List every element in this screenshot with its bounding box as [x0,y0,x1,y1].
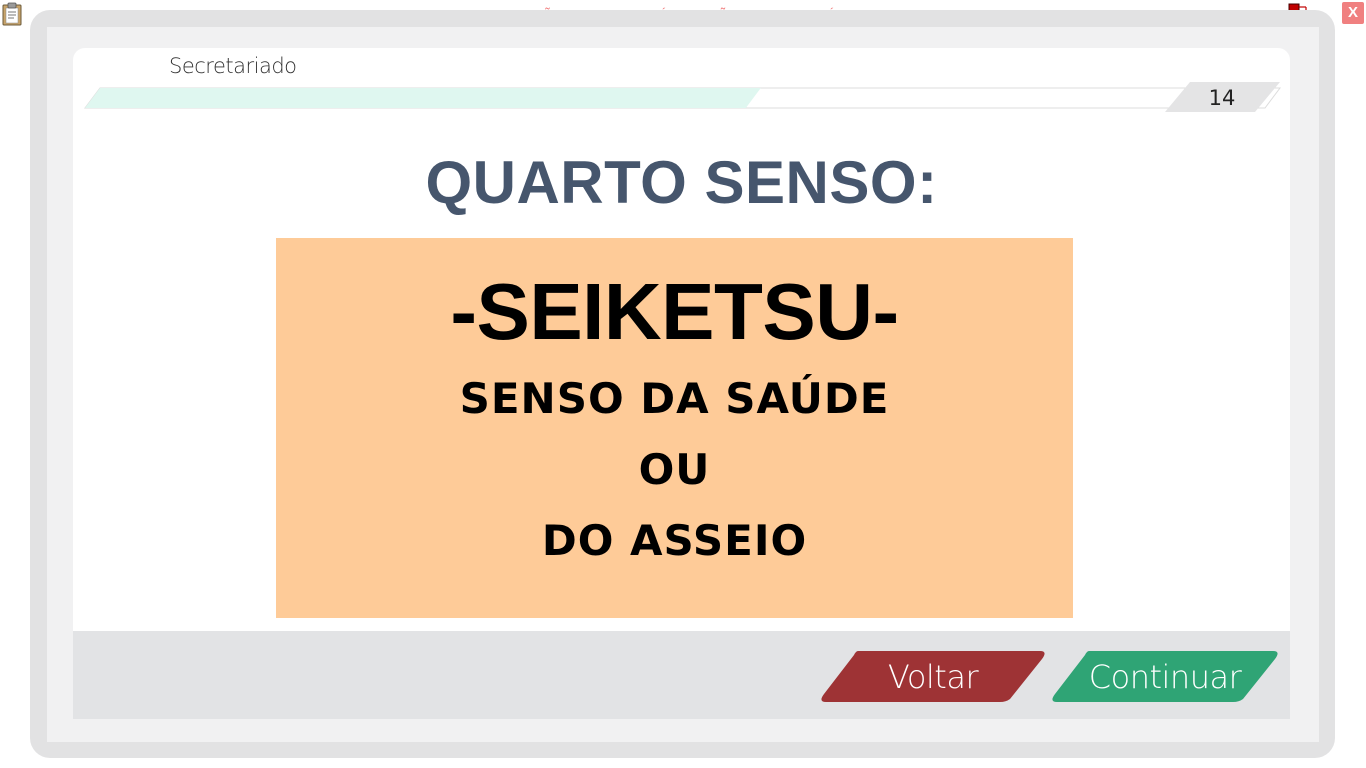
concept-line-3: DO ASSEIO [541,516,808,565]
back-button-label: Voltar [887,658,979,696]
close-icon[interactable]: X [1342,2,1364,24]
page-number: 14 [1208,86,1236,110]
course-title: Secretariado [169,54,297,78]
progress-bar [84,82,1281,112]
back-button[interactable]: Voltar [820,649,1046,703]
progress-fill [85,88,761,108]
concept-line-1: SENSO DA SAÚDE [459,374,890,423]
slide-heading: QUARTO SENSO: [425,149,938,216]
continue-button-label: Continuar [1088,658,1242,696]
concept-line-2: OU [638,445,711,494]
concept-box: -SEIKETSU- SENSO DA SAÚDE OU DO ASSEIO [276,238,1073,618]
continue-button[interactable]: Continuar [1051,649,1279,703]
concept-title: -SEIKETSU- [450,267,899,356]
clipboard-icon[interactable] [1,2,23,26]
